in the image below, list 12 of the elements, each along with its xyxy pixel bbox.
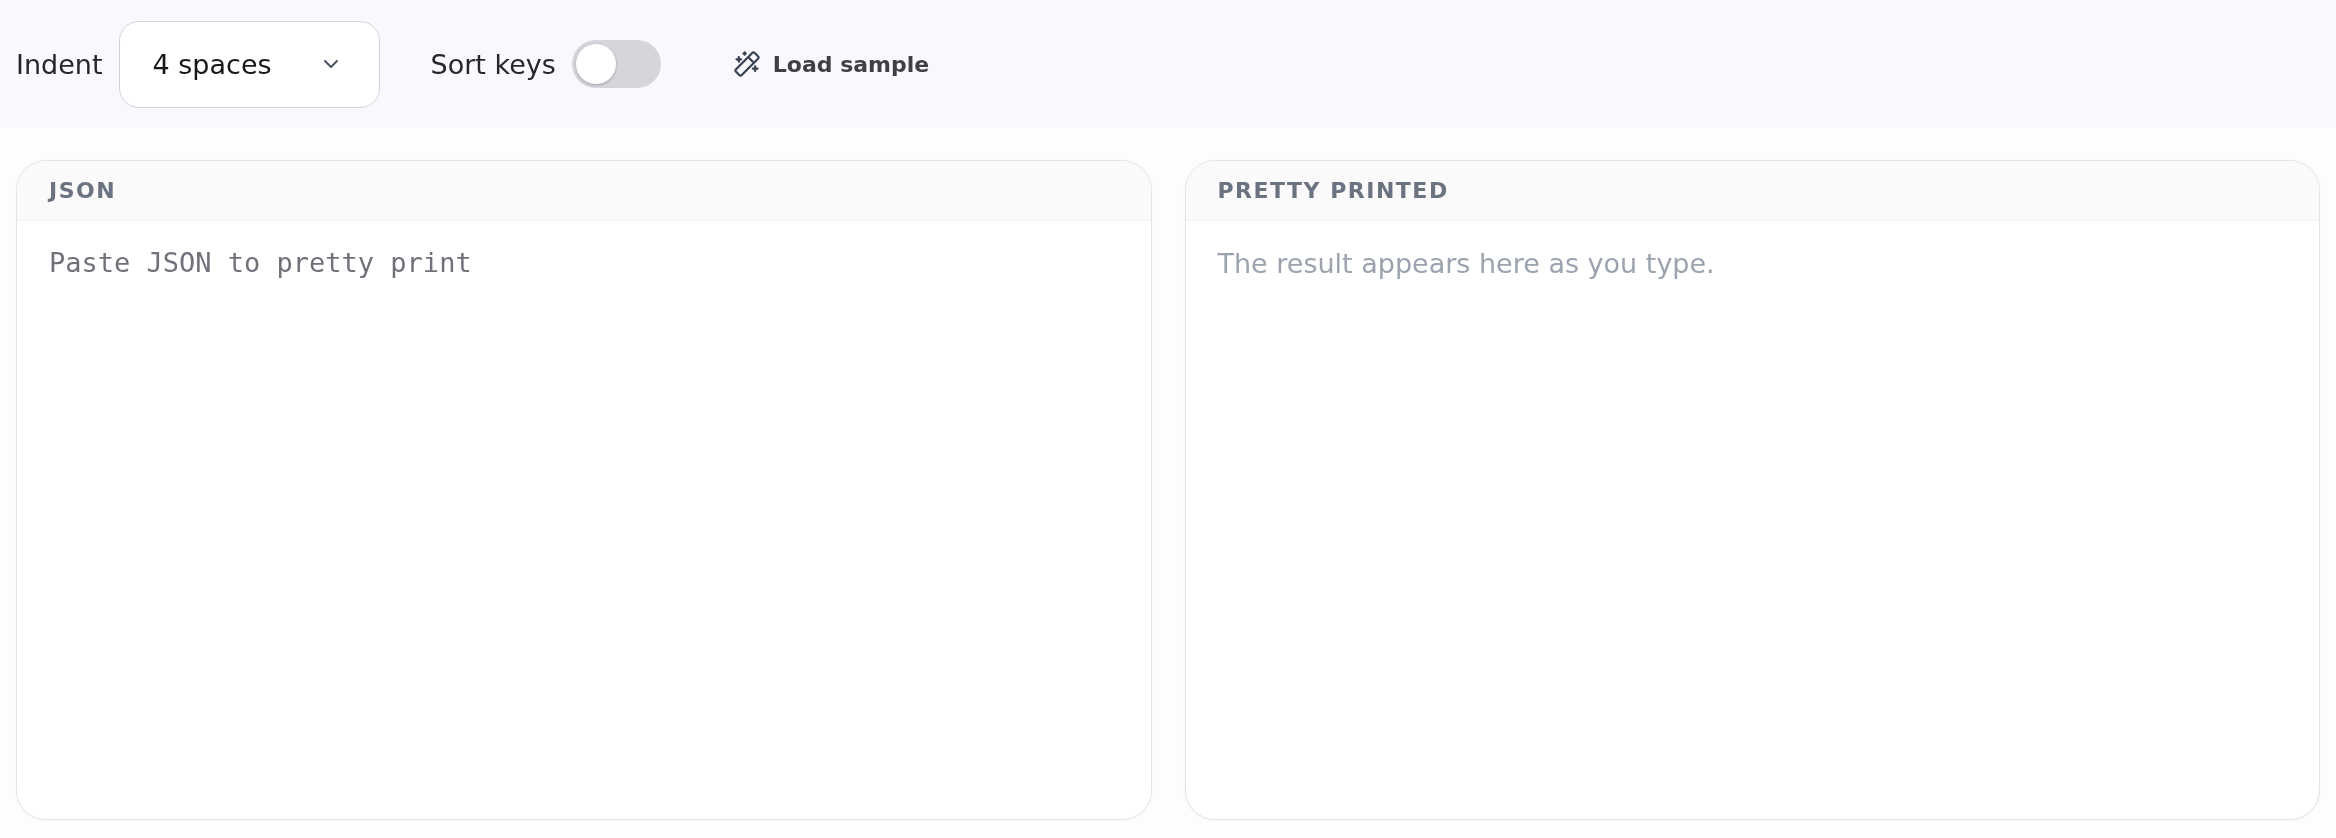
chevron-down-icon [322, 59, 339, 69]
panel-title: JSON [49, 178, 117, 203]
panel-title: PRETTY PRINTED [1217, 178, 1449, 203]
json-input-field[interactable]: Paste JSON to pretty print [17, 221, 1151, 819]
indent-select[interactable]: 4 spaces [118, 20, 380, 108]
json-editor-panel[interactable]: JSON Paste JSON to pretty print [16, 160, 1152, 820]
empty-result-hint: The result appears here as you type. [1217, 248, 1715, 279]
load-sample-button[interactable]: Load sample [732, 50, 930, 78]
indent-label: Indent [16, 48, 103, 80]
sort-keys-toggle[interactable] [571, 40, 661, 88]
magic-wand-icon [732, 50, 761, 78]
sort-keys-label: Sort keys [430, 48, 556, 80]
